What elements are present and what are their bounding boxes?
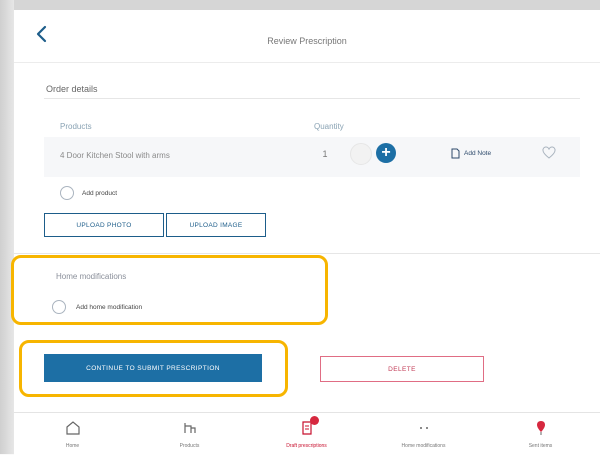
app-screen: Review Prescription Order details Produc…	[11, 10, 600, 455]
nav-label-home: Home	[65, 443, 80, 449]
add-home-modification-radio[interactable]	[52, 300, 66, 314]
draft-badge	[310, 416, 319, 425]
upload-image-button[interactable]: UPLOAD IMAGE	[166, 213, 266, 237]
nav-item-draft-prescriptions[interactable]: Draft prescriptions	[248, 413, 365, 455]
device-frame-left	[0, 0, 14, 454]
quantity-input[interactable]: 1	[314, 144, 336, 164]
add-note-button[interactable]: Add Note	[451, 146, 491, 160]
section-divider	[14, 253, 600, 254]
add-product-label: Add product	[82, 190, 118, 197]
column-header-quantity: Quantity	[314, 122, 344, 131]
app-header: Review Prescription	[14, 10, 600, 63]
continue-to-submit-button[interactable]: CONTINUE TO SUBMIT PRESCRIPTION	[44, 354, 262, 382]
home-modifications-title: Home modifications	[56, 272, 127, 281]
note-icon	[451, 148, 460, 158]
quantity-increase-button[interactable]: +	[376, 143, 396, 163]
nav-label-home-modifications: Home modifications	[401, 443, 446, 449]
delete-button[interactable]: DELETE	[320, 356, 484, 382]
upload-photo-button[interactable]: UPLOAD PHOTO	[44, 213, 164, 237]
add-home-modification-label: Add home modification	[76, 304, 143, 311]
nav-item-products[interactable]: Products	[131, 413, 248, 455]
divider	[44, 98, 580, 99]
nav-item-home[interactable]: Home	[14, 413, 131, 455]
nav-label-products: Products	[179, 443, 200, 449]
nav-label-draft-prescriptions: Draft prescriptions	[286, 443, 327, 449]
nav-item-home-modifications[interactable]: Home modifications	[365, 413, 482, 455]
add-product-radio[interactable]	[60, 186, 74, 200]
home-modifications-icon	[419, 427, 428, 429]
device-frame-top	[0, 0, 600, 10]
order-details-title: Order details	[46, 84, 98, 94]
product-name: 4 Door Kitchen Stool with arms	[60, 151, 170, 160]
add-note-label: Add Note	[464, 149, 492, 157]
home-modifications-highlight	[11, 255, 328, 325]
page-title: Review Prescription	[267, 36, 347, 46]
products-icon	[183, 423, 196, 433]
home-icon	[65, 421, 80, 435]
bottom-navigation: Home Products Draft prescriptions Home m…	[14, 412, 600, 455]
sent-items-icon	[536, 421, 545, 435]
nav-label-sent-items: Sent items	[528, 443, 553, 449]
quantity-decrease-button[interactable]	[350, 143, 372, 165]
column-header-products: Products	[60, 122, 92, 131]
nav-item-sent-items[interactable]: Sent items	[482, 413, 599, 455]
heart-icon[interactable]	[542, 146, 556, 160]
